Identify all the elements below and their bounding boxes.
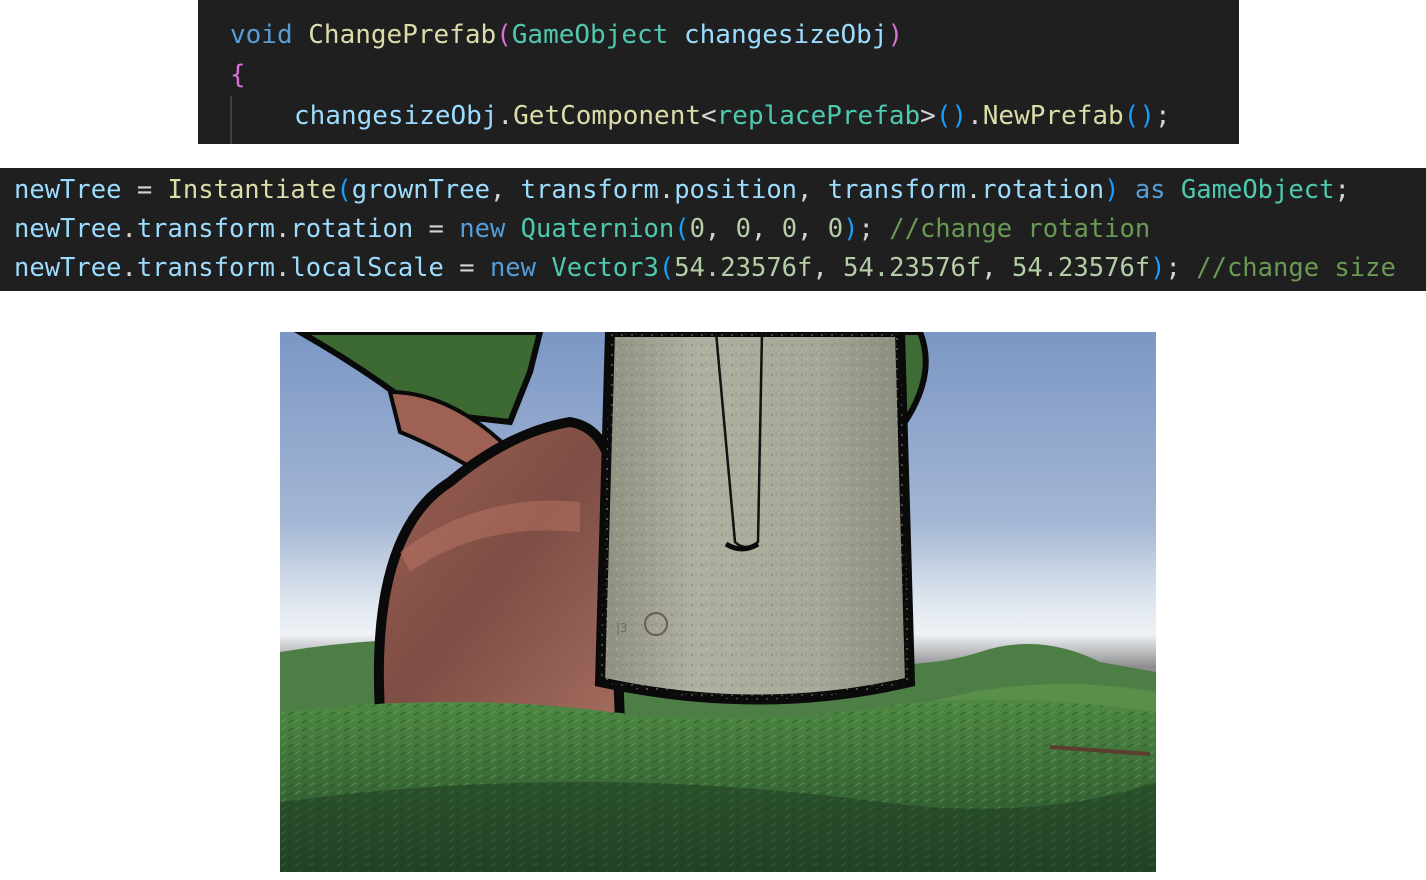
code-token: newTree: [14, 175, 122, 205]
code-token: (: [336, 175, 352, 205]
code-editor-snippet-instantiate-tree: newTree = Instantiate(grownTree, transfo…: [0, 168, 1426, 291]
code-token: as: [1134, 175, 1166, 205]
code-token: GameObject: [511, 20, 669, 50]
code-token: (): [935, 101, 968, 131]
code-token: rotation: [981, 175, 1105, 205]
code-token: ;: [1154, 101, 1171, 131]
code-token: changesizeObj: [294, 101, 498, 131]
code-token: ,: [489, 175, 521, 205]
code-token: 0: [781, 214, 798, 244]
code-token: ,: [812, 253, 844, 283]
code-token: transform: [136, 214, 275, 244]
code-line: newTree.transform.rotation = new Quatern…: [14, 214, 1151, 244]
svg-text:|3: |3: [616, 621, 628, 635]
code-token: transform: [827, 175, 966, 205]
code-token: 0: [689, 214, 705, 244]
code-token: (: [674, 214, 690, 244]
code-token: //change rotation: [889, 214, 1151, 244]
code-token: (: [658, 253, 675, 283]
game-scene-viewport: |3: [280, 332, 1156, 872]
code-token: 0: [735, 214, 751, 244]
code-line: {: [230, 62, 246, 88]
code-token: ): [843, 214, 859, 244]
code-token: .: [965, 175, 982, 205]
code-token: ,: [797, 214, 828, 244]
code-token: ,: [797, 175, 828, 205]
code-token: 54.23576f: [674, 253, 813, 283]
code-token: ,: [704, 214, 736, 244]
code-token: ,: [981, 253, 1012, 283]
indent-guide: [230, 96, 232, 144]
code-token: =: [121, 175, 168, 205]
code-token: Quaternion: [520, 214, 675, 244]
code-token: .: [658, 175, 675, 205]
code-token: replacePrefab: [716, 101, 921, 131]
code-token: rotation: [290, 214, 414, 244]
code-line: newTree = Instantiate(grownTree, transfo…: [14, 175, 1350, 205]
code-token: .: [275, 253, 291, 283]
code-token: ): [1104, 175, 1120, 205]
code-token: position: [674, 175, 798, 205]
code-token: new: [489, 253, 537, 283]
code-token: //change size: [1196, 253, 1396, 283]
code-token: Instantiate: [167, 175, 337, 205]
code-token: ): [1150, 253, 1166, 283]
code-token: void: [230, 20, 293, 50]
code-token: grownTree: [351, 175, 490, 205]
game-scene-render: |3: [280, 332, 1156, 872]
code-line: void ChangePrefab(GameObject changesizeO…: [230, 22, 903, 48]
code-token: ,: [751, 214, 782, 244]
code-token: GetComponent: [513, 101, 701, 131]
code-token: .: [497, 101, 514, 131]
code-token: 0: [827, 214, 844, 244]
code-token: GameObject: [1180, 175, 1335, 205]
code-token: transform: [136, 253, 275, 283]
code-token: ChangePrefab: [308, 20, 497, 50]
code-token: newTree: [14, 253, 122, 283]
code-token: ): [887, 20, 904, 50]
code-line: newTree.transform.localScale = new Vecto…: [14, 253, 1396, 283]
code-token: (): [1123, 101, 1155, 131]
code-line: changesizeObj.GetComponent<replacePrefab…: [294, 103, 1171, 129]
code-token: =: [413, 214, 460, 244]
code-token: .: [121, 214, 137, 244]
code-editor-snippet-change-prefab: void ChangePrefab(GameObject changesizeO…: [198, 0, 1239, 144]
code-token: ;: [1334, 175, 1350, 205]
code-token: NewPrefab: [982, 101, 1124, 131]
code-token: ;: [1165, 253, 1197, 283]
code-token: 54.23576f: [843, 253, 982, 283]
code-token: .: [121, 253, 137, 283]
code-token: (: [496, 20, 512, 50]
code-token: newTree: [14, 214, 122, 244]
code-token: localScale: [290, 253, 444, 283]
code-token: changesizeObj: [683, 20, 888, 50]
code-token: >: [920, 101, 936, 131]
code-token: Vector3: [551, 253, 659, 283]
code-token: ;: [858, 214, 890, 244]
code-token: <: [701, 101, 717, 131]
code-token: .: [275, 214, 291, 244]
code-token: 54.23576f: [1011, 253, 1151, 283]
code-token: =: [443, 253, 490, 283]
code-token: {: [230, 60, 246, 90]
code-token: .: [967, 101, 983, 131]
code-token: new: [459, 214, 506, 244]
code-token: transform: [520, 175, 659, 205]
